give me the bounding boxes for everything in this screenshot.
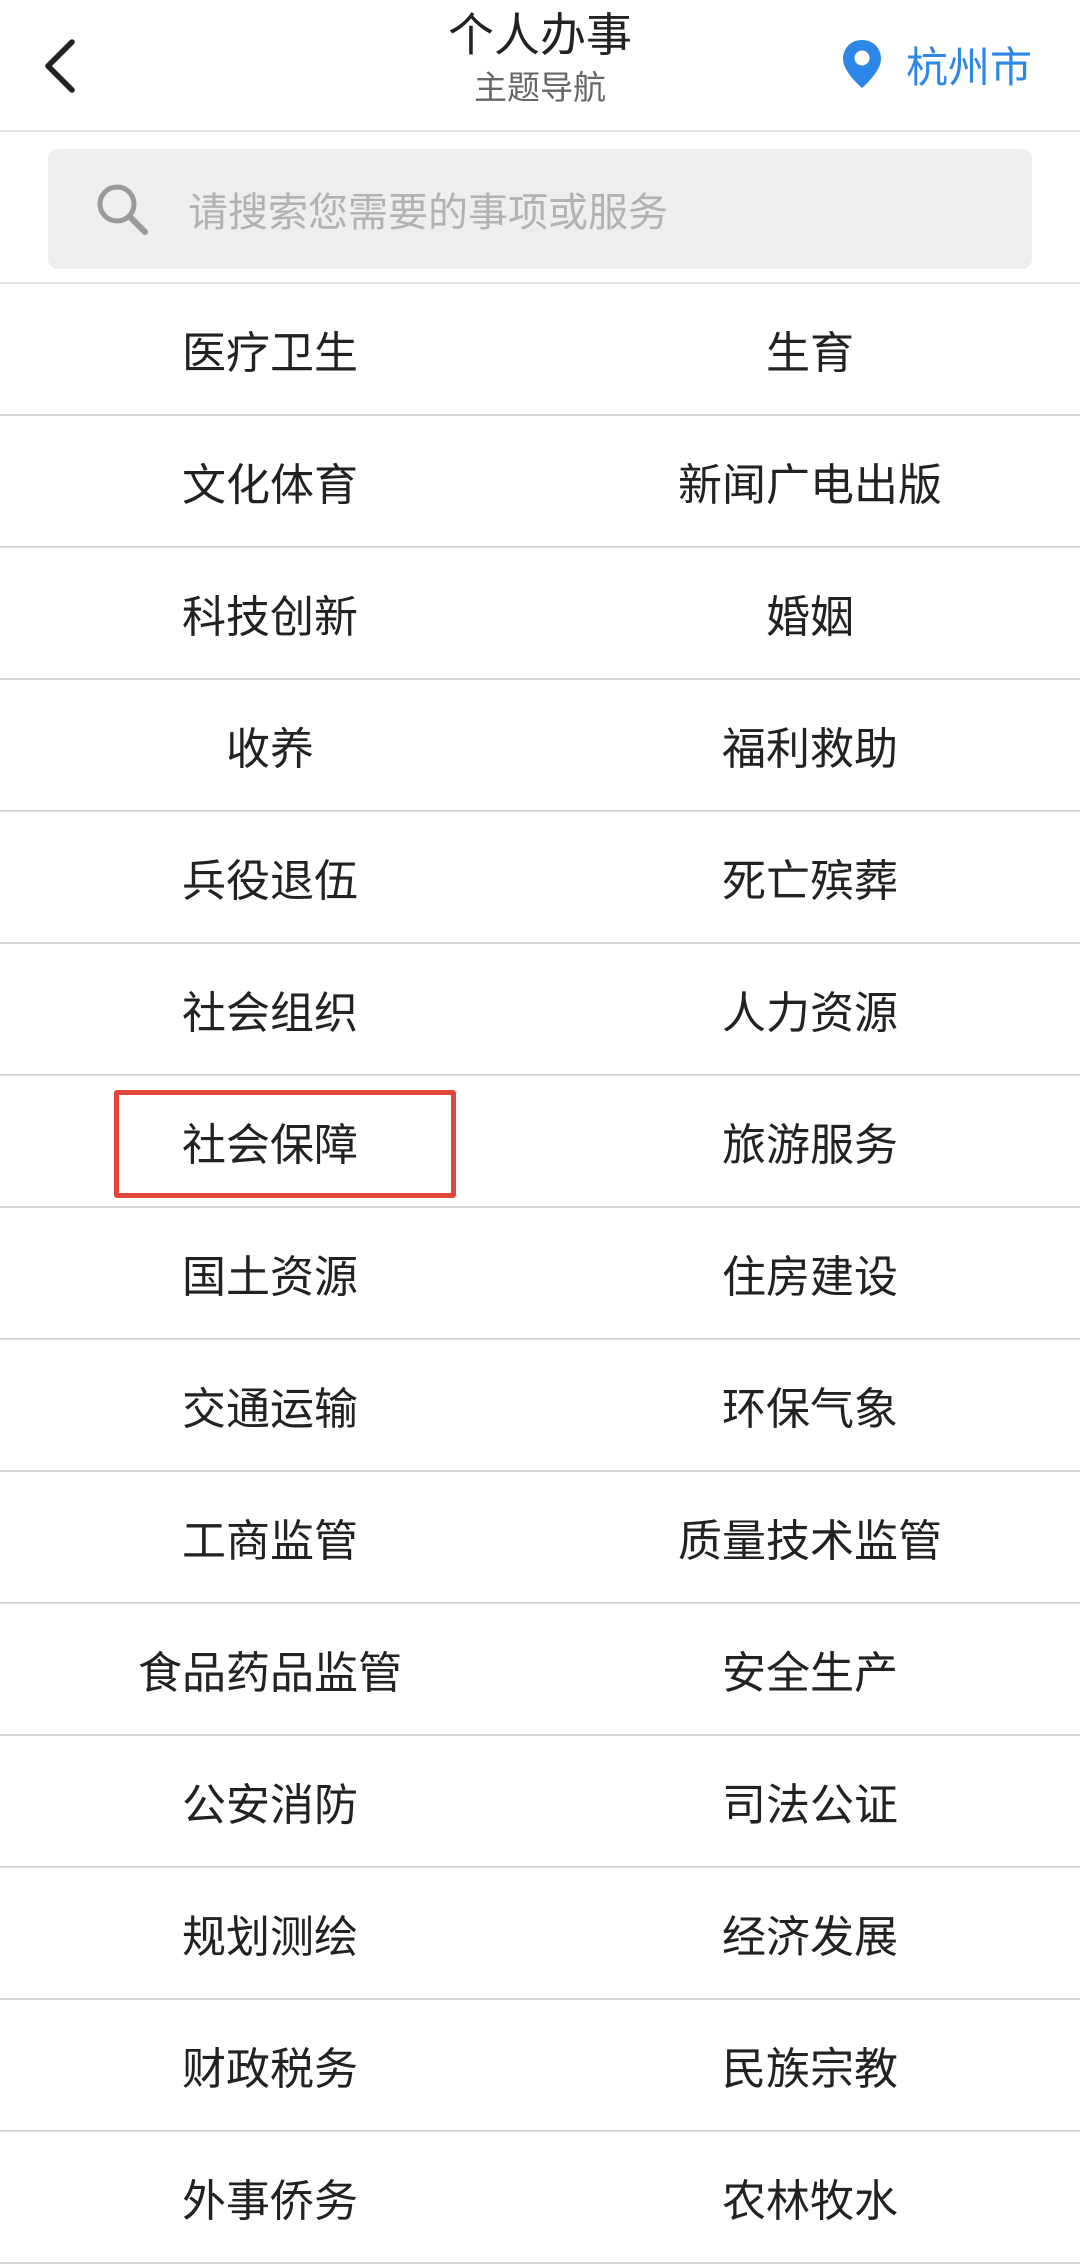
category-item[interactable]: 旅游服务: [540, 1076, 1080, 1206]
category-item[interactable]: 人力资源: [540, 944, 1080, 1074]
category-item[interactable]: 收养: [0, 680, 540, 810]
search-input[interactable]: 请搜索您需要的事项或服务: [48, 149, 1032, 269]
category-item[interactable]: 国土资源: [0, 1208, 540, 1338]
map-pin-icon: [842, 40, 881, 88]
category-item[interactable]: 住房建设: [540, 1208, 1080, 1338]
category-item[interactable]: 民族宗教: [540, 2000, 1080, 2130]
category-grid: 医疗卫生 生育 文化体育 新闻广电出版 科技创新 婚姻 收养 福利救助 兵役退伍 死亡殡葬 社会组织…: [0, 284, 1080, 2264]
category-item[interactable]: 死亡殡葬: [540, 812, 1080, 942]
category-row: 外事侨务 农林牧水: [0, 2132, 1080, 2264]
category-item[interactable]: 文化体育: [0, 416, 540, 546]
category-item[interactable]: 交通运输: [0, 1340, 540, 1470]
category-item[interactable]: 兵役退伍: [0, 812, 540, 942]
category-row: 食品药品监管 安全生产: [0, 1604, 1080, 1736]
chevron-left-icon: [45, 39, 75, 93]
category-row: 规划测绘 经济发展: [0, 1868, 1080, 2000]
category-item[interactable]: 社会组织: [0, 944, 540, 1074]
title-block: 个人办事 主题导航: [290, 4, 790, 110]
category-item[interactable]: 安全生产: [540, 1604, 1080, 1734]
category-item[interactable]: 生育: [540, 284, 1080, 414]
category-item[interactable]: 农林牧水: [540, 2132, 1080, 2262]
page-title: 个人办事: [448, 8, 632, 62]
category-row: 社会组织 人力资源: [0, 944, 1080, 1076]
category-row: 工商监管 质量技术监管: [0, 1472, 1080, 1604]
city-label: 杭州市: [905, 42, 1032, 92]
top-bar: 个人办事 主题导航 杭州市: [0, 0, 1080, 132]
category-item[interactable]: 工商监管: [0, 1472, 540, 1602]
category-item-highlighted[interactable]: 社会保障: [0, 1076, 540, 1206]
category-item[interactable]: 婚姻: [540, 548, 1080, 678]
category-row: 公安消防 司法公证: [0, 1736, 1080, 1868]
search-icon: [97, 184, 148, 235]
category-row: 兵役退伍 死亡殡葬: [0, 812, 1080, 944]
page-subtitle: 主题导航: [474, 68, 606, 107]
category-row: 文化体育 新闻广电出版: [0, 416, 1080, 548]
back-button[interactable]: [30, 28, 90, 104]
category-item[interactable]: 公安消防: [0, 1736, 540, 1866]
category-item[interactable]: 食品药品监管: [0, 1604, 540, 1734]
category-item[interactable]: 司法公证: [540, 1736, 1080, 1866]
category-item[interactable]: 财政税务: [0, 2000, 540, 2130]
category-item[interactable]: 科技创新: [0, 548, 540, 678]
search-bar: 请搜索您需要的事项或服务: [0, 132, 1080, 284]
category-row: 财政税务 民族宗教: [0, 2000, 1080, 2132]
category-item[interactable]: 规划测绘: [0, 1868, 540, 1998]
category-item[interactable]: 医疗卫生: [0, 284, 540, 414]
search-placeholder: 请搜索您需要的事项或服务: [188, 190, 668, 236]
location-selector[interactable]: 杭州市: [840, 30, 1032, 98]
category-item[interactable]: 外事侨务: [0, 2132, 540, 2262]
category-row: 科技创新 婚姻: [0, 548, 1080, 680]
category-row: 收养 福利救助: [0, 680, 1080, 812]
category-row: 社会保障 旅游服务: [0, 1076, 1080, 1208]
category-item[interactable]: 经济发展: [540, 1868, 1080, 1998]
category-item[interactable]: 环保气象: [540, 1340, 1080, 1470]
category-item[interactable]: 福利救助: [540, 680, 1080, 810]
category-row: 国土资源 住房建设: [0, 1208, 1080, 1340]
category-row: 医疗卫生 生育: [0, 284, 1080, 416]
category-item[interactable]: 质量技术监管: [540, 1472, 1080, 1602]
category-item[interactable]: 新闻广电出版: [540, 416, 1080, 546]
category-row: 交通运输 环保气象: [0, 1340, 1080, 1472]
